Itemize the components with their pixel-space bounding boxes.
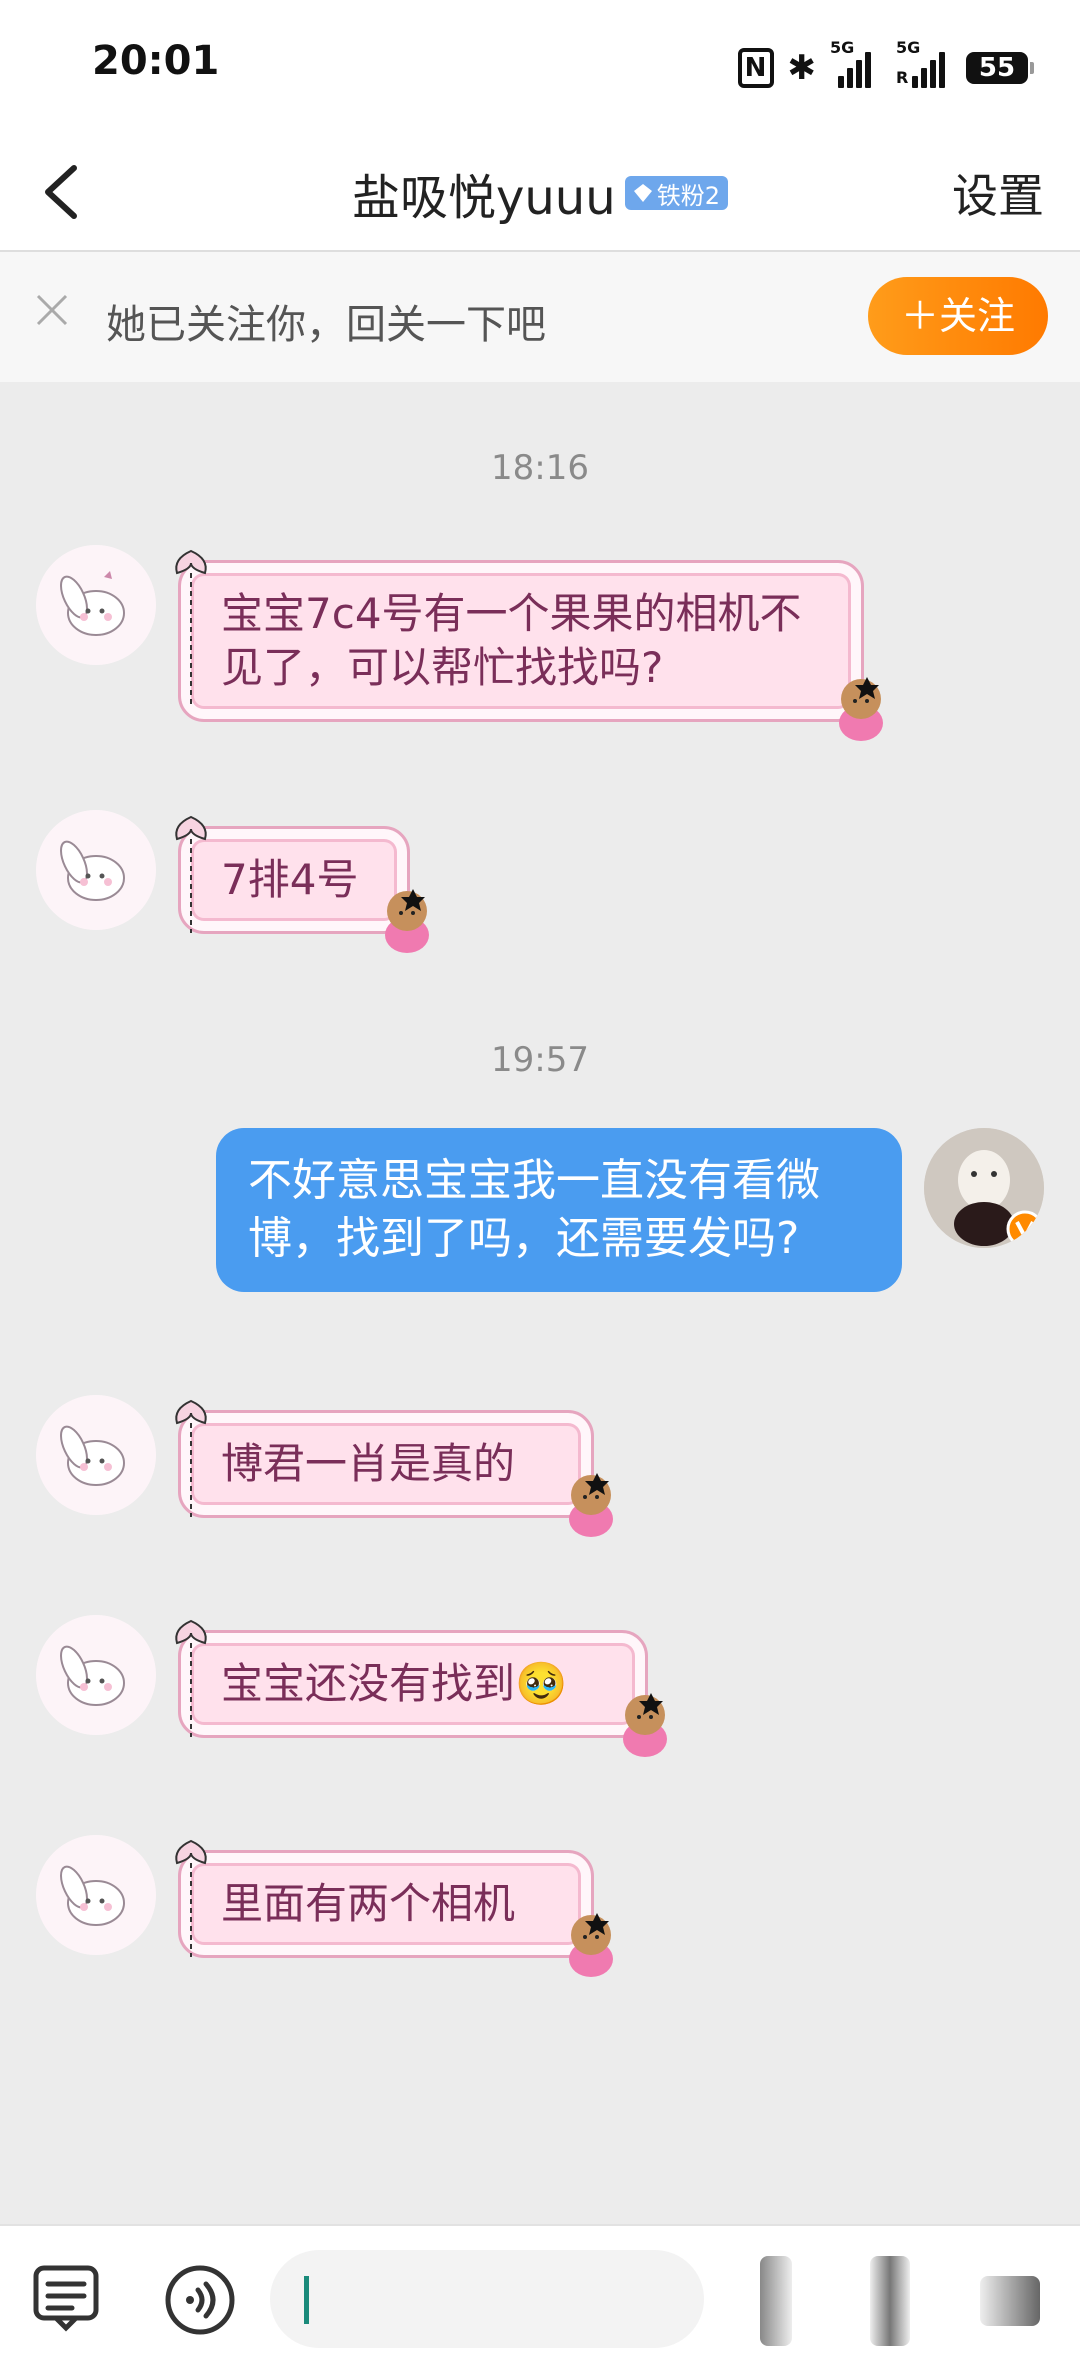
fan-badge: 铁粉2	[624, 176, 729, 210]
puppy-sticker-icon	[569, 1473, 613, 1537]
status-bar: 20:01 N ✱ 5G 5G R 55	[0, 0, 1080, 130]
text-cursor	[304, 2276, 309, 2324]
bunny-avatar-icon	[36, 1395, 156, 1515]
message-bubble-incoming[interactable]: 里面有两个相机	[175, 1839, 613, 1977]
bunny-avatar-icon	[36, 545, 156, 665]
verified-icon	[1006, 1210, 1044, 1248]
message-text: 不好意思宝宝我一直没有看微博，找到了吗，还需要发吗?	[248, 1155, 820, 1264]
nav-gesture-pill	[980, 2276, 1040, 2326]
message-text: 宝宝7c4号有一个果果的相机不见了，可以帮忙找找吗?	[221, 589, 802, 692]
status-icons: N ✱ 5G 5G R 55	[737, 38, 1034, 90]
message-bubble-incoming[interactable]: 7排4号	[175, 815, 429, 953]
settings-button[interactable]: 设置	[952, 160, 1044, 226]
puppy-sticker-icon	[385, 889, 429, 953]
avatar[interactable]	[36, 545, 156, 665]
battery-icon: 55	[966, 52, 1034, 84]
bow-icon	[175, 549, 207, 707]
puppy-sticker-icon	[839, 677, 883, 741]
bow-icon	[175, 1619, 207, 1737]
message-text: 7排4号	[221, 855, 359, 904]
follow-button[interactable]: ＋关注	[868, 277, 1048, 355]
puppy-sticker-icon	[569, 1913, 613, 1977]
message-bubble-incoming[interactable]: 博君一肖是真的	[175, 1399, 613, 1537]
time-divider: 18:16	[491, 448, 589, 488]
bow-icon	[175, 1399, 207, 1517]
message-bubble-incoming[interactable]: 宝宝7c4号有一个果果的相机不见了，可以帮忙找找吗?	[175, 549, 883, 741]
fan-badge-label: 铁粉2	[656, 181, 721, 210]
title-wrap: 盐吸悦yuuu 铁粉2	[0, 158, 1080, 228]
message-text: 博君一肖是真的	[221, 1439, 516, 1488]
puppy-sticker-icon	[623, 1693, 667, 1757]
message-text: 里面有两个相机	[221, 1879, 516, 1928]
avatar[interactable]	[36, 1835, 156, 1955]
follow-prompt-bar: 她已关注你，回关一下吧 ＋关注	[0, 252, 1080, 382]
chat-title[interactable]: 盐吸悦yuuu	[352, 170, 616, 226]
status-time: 20:01	[92, 38, 220, 84]
bow-icon	[175, 1839, 207, 1957]
close-icon[interactable]	[32, 290, 72, 330]
nav-gesture-pill	[870, 2256, 910, 2346]
emoji: 🥹	[515, 1659, 568, 1708]
nfc-icon: N	[737, 48, 774, 88]
avatar[interactable]	[36, 1395, 156, 1515]
bunny-avatar-icon	[36, 1615, 156, 1735]
my-avatar[interactable]	[924, 1128, 1044, 1248]
bluetooth-icon: ✱	[787, 48, 817, 88]
follow-prompt-text: 她已关注你，回关一下吧	[106, 302, 546, 348]
message-bubble-outgoing[interactable]: 不好意思宝宝我一直没有看微博，找到了吗，还需要发吗?	[216, 1128, 902, 1292]
diamond-icon	[633, 184, 652, 202]
chat-header: 盐吸悦yuuu 铁粉2 设置	[0, 130, 1080, 252]
bunny-avatar-icon	[36, 810, 156, 930]
input-bar	[0, 2224, 1080, 2376]
avatar[interactable]	[36, 810, 156, 930]
message-bubble-incoming[interactable]: 宝宝还没有找到🥹	[175, 1619, 667, 1757]
bunny-avatar-icon	[36, 1835, 156, 1955]
signal-icon: 5G	[830, 38, 882, 88]
bow-icon	[175, 815, 207, 933]
signal-icon-2: 5G R	[896, 38, 952, 88]
avatar[interactable]	[36, 1615, 156, 1735]
nav-gesture-pill	[760, 2256, 792, 2346]
message-text: 宝宝还没有找到	[221, 1659, 516, 1708]
time-divider: 19:57	[491, 1040, 589, 1080]
message-input[interactable]	[270, 2250, 704, 2348]
keyboard-menu-icon[interactable]	[30, 2262, 102, 2334]
voice-icon[interactable]	[162, 2262, 238, 2338]
